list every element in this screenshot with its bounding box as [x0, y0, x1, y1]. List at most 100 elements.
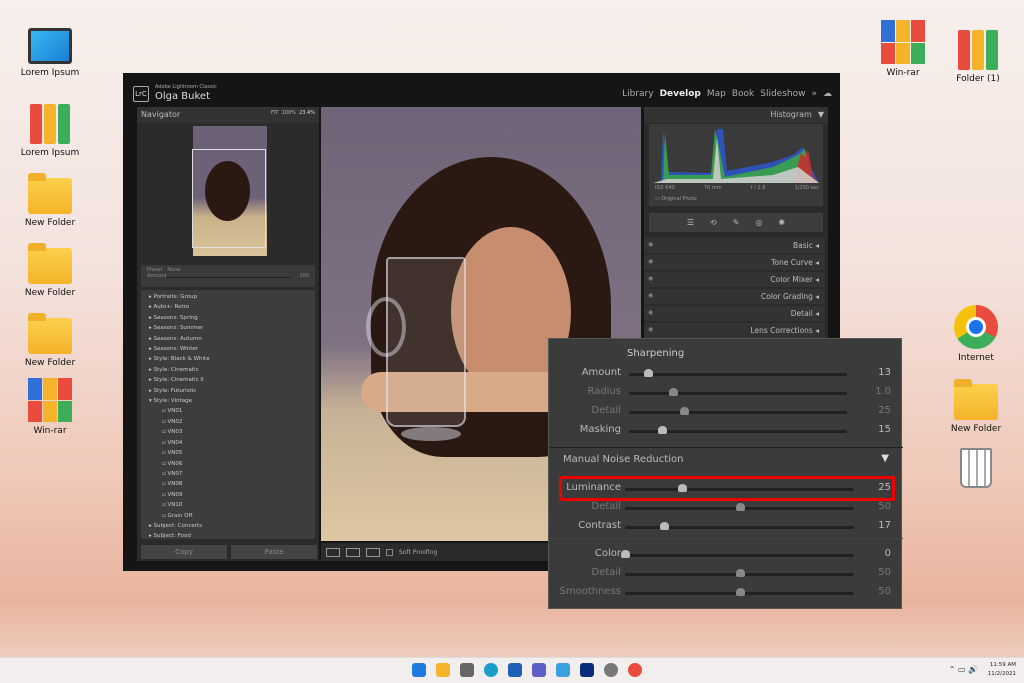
desktop-icon[interactable]: Internet [940, 305, 1012, 363]
file-explorer-icon[interactable] [436, 663, 450, 677]
preset-item[interactable]: ▫ VN07 [149, 469, 315, 479]
camera-icon[interactable] [460, 663, 474, 677]
section-lens-corrections[interactable]: ◉ Lens Corrections ◂ [644, 323, 825, 338]
eye-icon[interactable]: ◉ [648, 309, 653, 316]
slider-value[interactable]: 0 [885, 548, 891, 559]
preset-folder[interactable]: ▸ Portraits: Group [149, 292, 315, 302]
section-detail[interactable]: ◉ Detail ◂ [644, 306, 825, 321]
preset-folder[interactable]: ▸ Seasons: Autumn [149, 334, 315, 344]
preset-folder[interactable]: ▾ Style: Vintage [149, 396, 315, 406]
module-library[interactable]: Library [622, 89, 653, 99]
tray-icons[interactable]: ⌃ ▭ 🔊 [949, 665, 978, 674]
slider-value[interactable]: 1.0 [875, 386, 891, 397]
slider-thumb[interactable] [735, 569, 745, 577]
original-photo-toggle[interactable]: ▭ Original Photo [655, 196, 697, 202]
eye-icon[interactable]: ◉ [648, 275, 653, 282]
slider-track[interactable] [629, 426, 847, 434]
lightroom-taskbar-icon[interactable] [580, 663, 594, 677]
desktop-icon[interactable]: Folder (1) [942, 26, 1014, 84]
preset-item[interactable]: ▫ VN04 [149, 438, 315, 448]
module-more[interactable]: » [811, 89, 817, 99]
slider-track[interactable] [625, 569, 854, 577]
eye-icon[interactable]: ◉ [648, 258, 653, 265]
slider-track[interactable] [625, 588, 854, 596]
preset-folder[interactable]: ▸ Seasons: Spring [149, 313, 315, 323]
preset-item[interactable]: ▫ VN06 [149, 459, 315, 469]
slider-track[interactable] [629, 388, 847, 396]
eye-icon[interactable]: ◉ [648, 326, 653, 333]
eye-icon[interactable]: ◉ [648, 292, 653, 299]
edge-icon[interactable] [484, 663, 498, 677]
eye-icon[interactable]: ◉ [648, 241, 653, 248]
desktop-icon[interactable]: New Folder [14, 310, 86, 368]
preset-item[interactable]: ▫ VN10 [149, 500, 315, 510]
preset-item[interactable]: ▫ VN09 [149, 490, 315, 500]
slider-value[interactable]: 13 [878, 367, 891, 378]
loupe-view-icon[interactable] [326, 547, 340, 557]
copy-button[interactable]: Copy [141, 545, 227, 559]
chrome-taskbar-icon[interactable] [628, 663, 642, 677]
yy-compare-icon[interactable] [366, 547, 380, 557]
navigator-view-box[interactable] [192, 149, 266, 248]
zoom-100[interactable]: 100% [282, 110, 296, 116]
preset-item[interactable]: ▫ VN08 [149, 479, 315, 489]
preset-item[interactable]: ▫ Grain Off [149, 511, 315, 521]
preset-folder[interactable]: ▸ Subject: Concerts [149, 521, 315, 531]
zoom-custom[interactable]: 23.4% [299, 110, 315, 116]
slider-thumb[interactable] [659, 522, 669, 530]
slider-value[interactable]: 50 [878, 586, 891, 597]
preset-folder[interactable]: ▸ Seasons: Summer [149, 323, 315, 333]
amount-slider[interactable] [167, 277, 291, 278]
desktop-icon[interactable]: Lorem Ipsum [14, 28, 86, 78]
section-color-mixer[interactable]: ◉ Color Mixer ◂ [644, 272, 825, 287]
slider-thumb[interactable] [643, 369, 653, 377]
desktop-icon[interactable]: Win-rar [14, 378, 86, 436]
paint-icon[interactable] [556, 663, 570, 677]
zoom-fit[interactable]: FIT [271, 110, 278, 116]
slider-thumb[interactable] [668, 388, 678, 396]
slider-thumb[interactable] [735, 588, 745, 596]
slider-track[interactable] [625, 503, 854, 511]
before-after-icon[interactable] [346, 547, 360, 557]
desktop-icon[interactable]: New Folder [14, 170, 86, 228]
desktop-icon[interactable]: Lorem Ipsum [14, 100, 86, 158]
slider-thumb[interactable] [735, 503, 745, 511]
slider-thumb[interactable] [657, 426, 667, 434]
module-map[interactable]: Map [707, 89, 726, 99]
preset-item[interactable]: ▫ VN05 [149, 448, 315, 458]
masking-icon[interactable]: ✺ [778, 218, 785, 227]
cloud-icon[interactable]: ☁ [823, 89, 832, 99]
crop-icon[interactable]: ⟲ [710, 218, 717, 227]
desktop-icon[interactable]: New Folder [14, 240, 86, 298]
settings-icon[interactable] [604, 663, 618, 677]
slider-value[interactable]: 50 [878, 567, 891, 578]
slider-track[interactable] [625, 522, 854, 530]
module-book[interactable]: Book [732, 89, 754, 99]
preset-item[interactable]: ▫ VN02 [149, 417, 315, 427]
paste-button[interactable]: Paste [231, 545, 317, 559]
desktop-icon[interactable] [940, 448, 1012, 492]
preset-folder[interactable]: ▸ Style: Futuristic [149, 386, 315, 396]
slider-track[interactable] [629, 407, 847, 415]
slider-value[interactable]: 15 [878, 424, 891, 435]
slider-track[interactable] [621, 550, 854, 558]
slider-thumb[interactable] [621, 550, 630, 558]
healing-icon[interactable]: ✎ [733, 218, 740, 227]
preset-folder[interactable]: ▸ Seasons: Winter [149, 344, 315, 354]
collapse-triangle-icon[interactable]: ▼ [881, 453, 889, 464]
section-basic[interactable]: ◉ Basic ◂ [644, 238, 825, 253]
slider-value[interactable]: 50 [878, 501, 891, 512]
slider-value[interactable]: 17 [878, 520, 891, 531]
preset-folder[interactable]: ▸ Style: Cinematic [149, 365, 315, 375]
section-color-grading[interactable]: ◉ Color Grading ◂ [644, 289, 825, 304]
teams-icon[interactable] [532, 663, 546, 677]
preset-item[interactable]: ▫ VN03 [149, 427, 315, 437]
navigator-header[interactable]: Navigator FIT 100% 23.4% [137, 107, 319, 123]
desktop-icon[interactable]: Win-rar [867, 20, 939, 78]
clock[interactable]: 11:59 AM 11/2/2021 [988, 661, 1016, 679]
preset-folder[interactable]: ▸ Auto+: Retro [149, 302, 315, 312]
start-icon[interactable] [412, 663, 426, 677]
module-slideshow[interactable]: Slideshow [760, 89, 805, 99]
redeye-icon[interactable]: ◎ [755, 218, 762, 227]
section-tone-curve[interactable]: ◉ Tone Curve ◂ [644, 255, 825, 270]
